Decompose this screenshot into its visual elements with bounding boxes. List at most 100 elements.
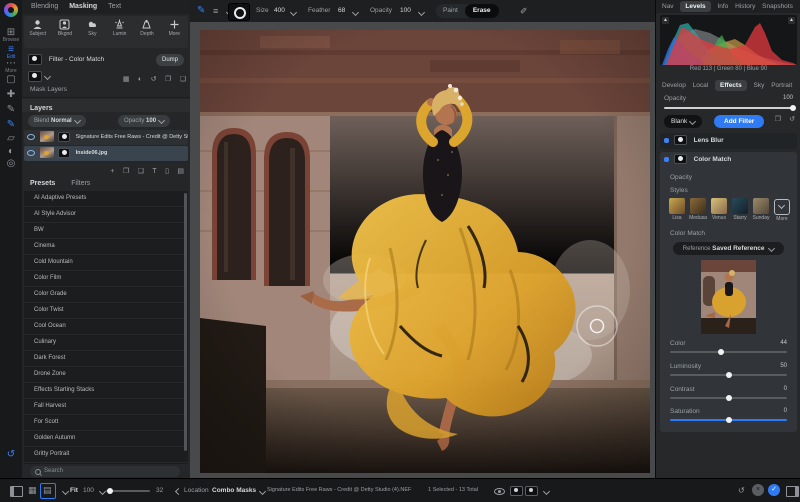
tab-text[interactable]: Text	[108, 3, 121, 10]
reference-thumbnail[interactable]	[701, 260, 756, 334]
preset-search-field[interactable]: Search	[30, 466, 180, 477]
saturation-slider[interactable]	[670, 419, 787, 421]
filter-row-lens-blur[interactable]: Lens Blur	[660, 133, 797, 149]
preset-item[interactable]: Color Film	[24, 271, 188, 287]
tab-history[interactable]: History	[735, 3, 755, 10]
preset-item[interactable]: AI Style Advisor	[24, 207, 188, 223]
filter-mask-icon[interactable]	[674, 135, 687, 145]
filter-enabled-toggle[interactable]	[664, 138, 669, 143]
erase-mode-button[interactable]: Erase	[465, 4, 499, 18]
chevron-down-icon[interactable]	[44, 73, 51, 80]
reference-dropdown[interactable]: Reference Saved Reference	[673, 242, 784, 255]
preset-item[interactable]: Culinary	[24, 335, 188, 351]
style-option[interactable]: Sunday	[752, 198, 770, 221]
filter-mask-icon[interactable]	[674, 154, 687, 164]
tab-local[interactable]: Local	[693, 82, 709, 89]
more-module-button[interactable]: ⋯ More	[0, 58, 22, 74]
fit-label[interactable]: Fit	[70, 479, 78, 502]
mask-preview-chip-icon[interactable]	[28, 71, 42, 82]
move-tool-button[interactable]: ✚	[0, 89, 22, 100]
photo-dancer[interactable]	[200, 30, 650, 473]
browse-module-button[interactable]: ⊞ Browse	[0, 27, 22, 43]
mask-tool-lumin[interactable]: Lumin	[106, 16, 133, 48]
preset-item[interactable]: Golden Autumn	[24, 431, 188, 447]
text-layer-icon[interactable]: T	[152, 168, 156, 175]
brush-settings-icon[interactable]: ≡	[213, 0, 218, 22]
tab-sky[interactable]: Sky	[754, 82, 765, 89]
tab-filters[interactable]: Filters	[71, 180, 90, 187]
layer-mask-icon[interactable]	[58, 132, 70, 142]
tab-levels[interactable]: Levels	[680, 1, 710, 12]
color-slider[interactable]	[670, 351, 787, 353]
mask-tool-bkgnd[interactable]: Bkgnd	[51, 16, 78, 48]
chevron-down-icon[interactable]	[418, 9, 425, 16]
add-filter-button[interactable]: Add Filter	[714, 115, 764, 128]
brush-tip-button[interactable]	[228, 3, 250, 21]
chevron-down-icon[interactable]	[543, 488, 550, 495]
highlight-clipping-icon[interactable]: ▲	[788, 17, 795, 24]
location-value[interactable]: Combo Masks	[212, 479, 256, 502]
perfect-brush-icon[interactable]: ✐	[520, 0, 528, 22]
contrast-slider[interactable]	[670, 397, 787, 399]
grid-view-icon[interactable]: ▦	[28, 486, 37, 495]
done-button[interactable]: ✓	[768, 484, 780, 496]
compare-before-icon[interactable]	[510, 486, 523, 496]
style-option[interactable]: Medusa	[689, 198, 707, 221]
image-canvas[interactable]	[190, 22, 655, 478]
preset-item[interactable]: AI Adaptive Presets	[24, 191, 188, 207]
masking-brush-tool-button[interactable]: ✎	[0, 119, 22, 130]
merge-layer-icon[interactable]: ❏	[138, 168, 144, 175]
blend-dropdown[interactable]: Blend Normal	[28, 115, 86, 127]
blank-dropdown[interactable]: Blank	[664, 115, 702, 128]
cancel-button[interactable]: ×	[752, 484, 764, 496]
zoom-tool-button[interactable]: ◎	[0, 158, 22, 169]
preset-item[interactable]: Dark Forest	[24, 351, 188, 367]
mask-tool-sky[interactable]: Sky	[79, 16, 106, 48]
delete-layer-icon[interactable]: ▯	[165, 168, 169, 175]
preset-item[interactable]: Cinema	[24, 239, 188, 255]
preset-item[interactable]: For Scott	[24, 415, 188, 431]
mask-view-icon[interactable]: ❐	[775, 115, 781, 123]
chevron-down-icon[interactable]	[352, 9, 359, 16]
toggle-right-panel-icon[interactable]	[786, 486, 799, 497]
crop-tool-button[interactable]: ▢	[0, 74, 22, 85]
chevron-down-icon[interactable]	[290, 9, 297, 16]
reset-mask-icon[interactable]: ↺	[151, 76, 157, 83]
mask-tool-depth[interactable]: Depth	[133, 16, 160, 48]
preset-item[interactable]: Cool Ocean	[24, 319, 188, 335]
chevron-down-icon[interactable]	[62, 488, 69, 495]
densify-icon[interactable]: ▦	[123, 76, 130, 83]
tab-info[interactable]: Info	[717, 3, 728, 10]
preset-item[interactable]: Effects Starting Stacks	[24, 383, 188, 399]
zoom-value[interactable]: 100	[83, 479, 94, 502]
shadow-clipping-icon[interactable]: ▲	[662, 17, 669, 24]
zoom-slider[interactable]	[106, 490, 150, 492]
slider-handle[interactable]	[726, 372, 732, 378]
style-option[interactable]: Venus	[710, 198, 728, 221]
refine-brush-tool-button[interactable]: ✎	[0, 104, 22, 115]
opacity-value[interactable]: 100	[400, 0, 411, 22]
add-layer-icon[interactable]: +	[110, 168, 114, 175]
layer-row-2[interactable]: Inside06.jpg	[24, 146, 188, 161]
tab-portrait[interactable]: Portrait	[771, 82, 792, 89]
luminosity-slider[interactable]	[670, 374, 787, 376]
layer-visibility-icon[interactable]	[27, 134, 35, 140]
tab-nav[interactable]: Nav	[662, 3, 674, 10]
preset-item[interactable]: BW	[24, 223, 188, 239]
layer-menu-icon[interactable]: ▤	[177, 168, 184, 175]
clone-tool-button[interactable]: ◐	[0, 146, 22, 157]
invert-icon[interactable]: ◐	[138, 76, 142, 83]
size-value[interactable]: 400	[274, 0, 285, 22]
cm-opacity-label[interactable]: Opacity	[670, 174, 692, 181]
tab-blending[interactable]: Blending	[31, 3, 58, 10]
mask-tool-subject[interactable]: Subject	[24, 16, 51, 48]
layer-row-1[interactable]: Signature Edits Free Raws - Credit @ Det…	[24, 130, 188, 145]
tab-snapshots[interactable]: Snapshots	[762, 3, 793, 10]
healing-tool-button[interactable]: ▱	[0, 133, 22, 144]
feather-value[interactable]: 68	[338, 0, 345, 22]
tab-masking[interactable]: Masking	[69, 3, 97, 10]
slider-handle[interactable]	[726, 417, 732, 423]
effects-opacity-slider[interactable]	[664, 107, 793, 109]
preset-item[interactable]: Gritty Portrait	[24, 447, 188, 463]
preset-item[interactable]: Color Grade	[24, 287, 188, 303]
